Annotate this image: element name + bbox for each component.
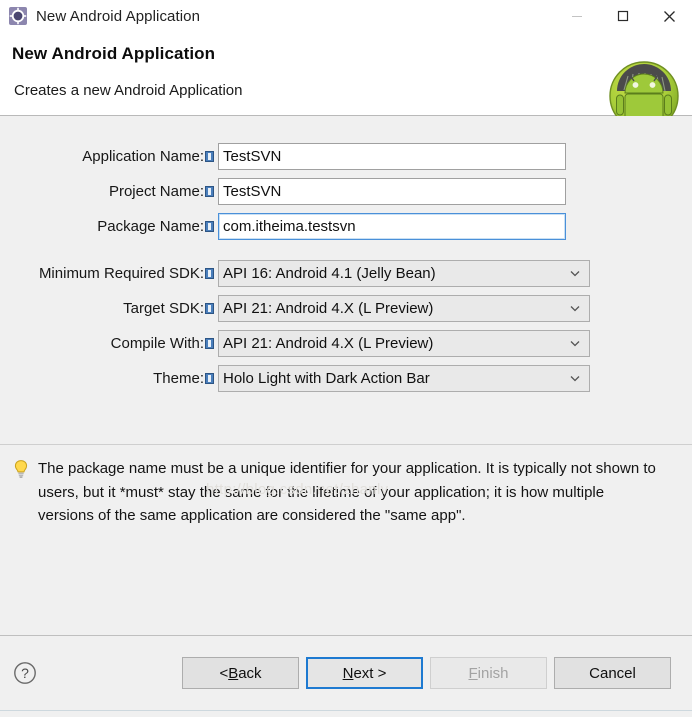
compile-with-combo[interactable]: API 21: Android 4.X (L Preview) — [218, 329, 590, 357]
theme-combo[interactable]: Holo Light with Dark Action Bar — [218, 364, 590, 392]
cancel-button-suffix: Cancel — [589, 664, 636, 682]
bottom-strip — [0, 711, 692, 717]
window-controls — [554, 0, 692, 32]
help-question-icon[interactable]: ? — [13, 661, 37, 685]
application-name-input[interactable] — [218, 142, 566, 170]
application-name-label: Application Name: — [82, 147, 204, 165]
package-name-label: Package Name: — [97, 217, 204, 235]
back-button-prefix: < — [219, 664, 229, 682]
finish-button-mnemonic: F — [468, 664, 478, 682]
theme-value: Holo Light with Dark Action Bar — [223, 369, 430, 387]
target-sdk-value: API 21: Android 4.X (L Preview) — [223, 299, 434, 317]
chevron-down-icon — [568, 371, 582, 385]
next-button-mnemonic: N — [342, 664, 354, 682]
compile-with-label: Compile With: — [110, 334, 204, 352]
hint-panel: The package name must be a unique identi… — [0, 445, 692, 635]
target-sdk-combo[interactable]: API 21: Android 4.X (L Preview) — [218, 294, 590, 322]
compile-with-value: API 21: Android 4.X (L Preview) — [223, 334, 434, 352]
field-row-compile-with: Compile With: API 21: Android 4.X (L Pre… — [0, 329, 692, 357]
info-icon[interactable] — [205, 337, 214, 349]
hint-text: The package name must be a unique identi… — [38, 460, 656, 524]
project-name-input[interactable] — [218, 177, 566, 205]
info-icon[interactable] — [205, 372, 214, 384]
package-name-input[interactable] — [218, 212, 566, 240]
footer-bar: ? < Back Next > Finish Cancel — [0, 636, 692, 710]
theme-label: Theme: — [153, 369, 204, 387]
field-row-theme: Theme: Holo Light with Dark Action Bar — [0, 364, 692, 392]
minimum-required-sdk-label: Minimum Required SDK: — [38, 264, 204, 282]
minimize-button[interactable] — [554, 0, 600, 32]
back-button[interactable]: < Back — [182, 657, 299, 689]
back-button-suffix: ack — [238, 664, 262, 682]
info-icon[interactable] — [205, 302, 214, 314]
minimum-required-sdk-value: API 16: Android 4.1 (Jelly Bean) — [223, 264, 436, 282]
info-icon[interactable] — [205, 185, 214, 197]
field-row-package-name: Package Name: — [0, 212, 692, 240]
lightbulb-icon — [12, 459, 30, 479]
chevron-down-icon — [568, 336, 582, 350]
chevron-down-icon — [568, 266, 582, 280]
finish-button-suffix: inish — [477, 664, 509, 682]
info-icon[interactable] — [205, 267, 214, 279]
maximize-button[interactable] — [600, 0, 646, 32]
cancel-button[interactable]: Cancel — [554, 657, 671, 689]
wizard-header: New Android Application Creates a new An… — [0, 32, 692, 131]
svg-text:?: ? — [21, 665, 29, 681]
title-bar: New Android Application — [0, 0, 692, 32]
form-area: Application Name: Project Name: Package … — [0, 116, 692, 498]
project-name-label: Project Name: — [108, 182, 204, 200]
window-title: New Android Application — [36, 7, 201, 25]
finish-button[interactable]: Finish — [430, 657, 547, 689]
field-row-target-sdk: Target SDK: API 21: Android 4.X (L Previ… — [0, 294, 692, 322]
field-row-project-name: Project Name: — [0, 177, 692, 205]
page-title: New Android Application — [12, 44, 216, 63]
next-button-suffix: ext > — [353, 664, 387, 682]
field-row-application-name: Application Name: — [0, 142, 692, 170]
page-description: Creates a new Android Application — [14, 82, 243, 99]
chevron-down-icon — [568, 301, 582, 315]
back-button-mnemonic: B — [228, 664, 239, 682]
android-wizard-icon — [9, 7, 27, 25]
field-row-minimum-required-sdk: Minimum Required SDK: API 16: Android 4.… — [0, 259, 692, 287]
target-sdk-label: Target SDK: — [123, 299, 204, 317]
close-button[interactable] — [646, 0, 692, 32]
next-button[interactable]: Next > — [306, 657, 423, 689]
info-icon[interactable] — [205, 220, 214, 232]
dialog-buttons: < Back Next > Finish Cancel — [182, 657, 671, 689]
info-icon[interactable] — [205, 150, 214, 162]
minimum-required-sdk-combo[interactable]: API 16: Android 4.1 (Jelly Bean) — [218, 259, 590, 287]
